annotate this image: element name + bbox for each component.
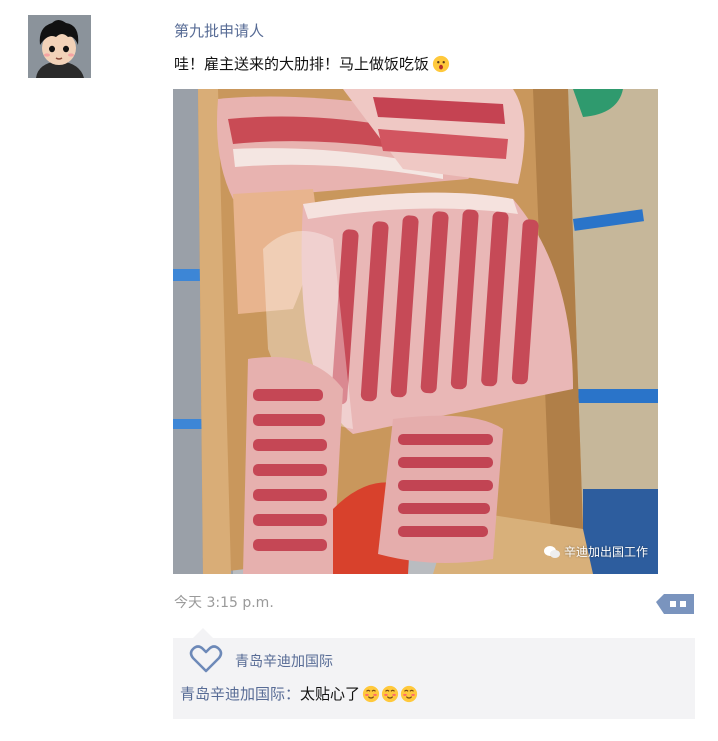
cartoon-avatar-icon <box>28 15 91 78</box>
blushing-face-emoji-icon <box>381 685 399 702</box>
comment-item[interactable]: 青岛辛迪加国际 ： 太贴心了 <box>180 683 418 704</box>
blushing-face-emoji-icon <box>362 685 380 702</box>
comment-text: 太贴心了 <box>300 685 361 703</box>
post-photo[interactable]: 辛迪加出国工作 <box>173 89 658 574</box>
photo-watermark: 辛迪加出国工作 <box>543 543 648 560</box>
comment-more-icon <box>656 594 694 614</box>
post-text-row: 哇！雇主送来的大肋排！马上做饭吃饭 <box>174 53 450 74</box>
comments-caret <box>193 628 213 638</box>
post-author-name[interactable]: 第九批申请人 <box>174 20 264 41</box>
interactions-panel: 青岛辛迪加国际 青岛辛迪加国际 ： 太贴心了 <box>173 638 695 719</box>
author-avatar[interactable] <box>28 15 91 78</box>
likes-row: 青岛辛迪加国际 <box>189 644 333 674</box>
post-timestamp: 今天 3:15 p.m. <box>174 595 274 611</box>
like-user-name[interactable]: 青岛辛迪加国际 <box>235 651 333 671</box>
post-text: 哇！雇主送来的大肋排！马上做饭吃饭 <box>174 55 430 73</box>
blushing-face-emoji-icon <box>400 685 418 702</box>
comment-separator: ： <box>285 685 301 703</box>
comment-more-button[interactable] <box>646 584 694 620</box>
pork-ribs-photo-icon <box>173 89 658 574</box>
wechat-icon <box>543 545 560 558</box>
heart-outline-icon <box>189 645 223 673</box>
surprised-face-emoji-icon <box>432 55 450 72</box>
comment-author[interactable]: 青岛辛迪加国际 <box>180 683 285 704</box>
comment-emojis <box>362 685 418 703</box>
photo-watermark-text: 辛迪加出国工作 <box>563 545 648 559</box>
